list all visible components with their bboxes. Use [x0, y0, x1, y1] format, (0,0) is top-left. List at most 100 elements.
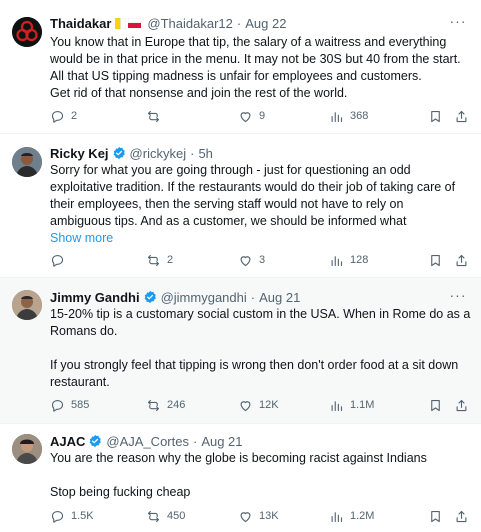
handle[interactable]: @jimmygandhi: [161, 290, 247, 305]
reply-button[interactable]: 585: [50, 396, 89, 414]
action-bar: 585 246 12K 1.1M: [50, 396, 469, 414]
avatar[interactable]: [12, 434, 42, 464]
reply-icon: [51, 510, 64, 523]
tweet-line: If you strongly feel that tipping is wro…: [50, 358, 459, 372]
tweet[interactable]: AJAC @AJA_Cortes · Aug 21 You are the re…: [0, 424, 481, 532]
avatar[interactable]: [12, 147, 42, 177]
display-name[interactable]: Ricky Kej: [50, 146, 109, 161]
verified-badge-icon: [112, 146, 126, 160]
share-button[interactable]: [454, 396, 469, 414]
display-name[interactable]: Jimmy Gandhi: [50, 290, 140, 305]
like-button[interactable]: 3: [238, 251, 265, 269]
avatar[interactable]: [12, 17, 42, 47]
action-bar: 2 3 128: [50, 251, 469, 269]
retweet-button[interactable]: 450: [146, 507, 185, 525]
views-button[interactable]: 1.1M: [329, 396, 374, 414]
reply-button[interactable]: [50, 251, 71, 269]
profile-flags: [115, 17, 142, 29]
tweet-header: Jimmy Gandhi @jimmygandhi · Aug 21: [50, 288, 451, 306]
tweet-text: You are the reason why the globe is beco…: [50, 450, 467, 501]
tweet-line: Romans do.: [50, 324, 118, 338]
like-button[interactable]: 13K: [238, 507, 279, 525]
handle[interactable]: @rickykej: [130, 146, 187, 161]
bookmark-button[interactable]: [428, 107, 443, 125]
handle[interactable]: @AJA_Cortes: [106, 434, 189, 449]
reply-feed: Thaidakar @Thaidakar12 · Aug 22 ··· You …: [0, 0, 481, 532]
views-button[interactable]: 1.2M: [329, 507, 374, 525]
views-icon: [331, 111, 343, 122]
tweet-text: Sorry for what you are going through - j…: [50, 162, 467, 247]
handle[interactable]: @Thaidakar12: [147, 16, 232, 31]
tweet-line: All that US tipping madness is unfair fo…: [50, 69, 422, 83]
tweet-line: Sorry for what you are going through - j…: [50, 163, 411, 177]
bookmark-button[interactable]: [428, 396, 443, 414]
reply-button[interactable]: 2: [50, 107, 77, 125]
share-button[interactable]: [454, 507, 469, 525]
tweet-line: 15-20% tip is a customary social custom …: [50, 307, 471, 321]
tweet[interactable]: Ricky Kej @rickykej · 5h Sorry for what …: [0, 134, 481, 278]
separator: ·: [192, 433, 198, 449]
verified-badge-icon: [88, 434, 102, 448]
timestamp[interactable]: Aug 21: [259, 290, 300, 305]
tweet-line: ambiguous tips. And as a customer, we sh…: [50, 214, 407, 228]
heart-icon: [240, 400, 251, 411]
reply-icon: [51, 254, 64, 267]
view-count: 1.1M: [350, 399, 375, 411]
tweet-header: Thaidakar @Thaidakar12 · Aug 22: [50, 14, 451, 32]
bookmark-button[interactable]: [428, 507, 443, 525]
more-options-icon[interactable]: ···: [449, 14, 467, 32]
timestamp[interactable]: 5h: [198, 146, 212, 161]
views-icon: [331, 400, 343, 411]
retweet-icon: [147, 254, 160, 266]
bookmark-icon: [431, 110, 440, 122]
more-options-icon[interactable]: ···: [449, 288, 467, 306]
share-button[interactable]: [454, 107, 469, 125]
bookmark-icon: [431, 399, 440, 411]
avatar[interactable]: [12, 290, 42, 320]
timestamp[interactable]: Aug 21: [201, 434, 242, 449]
tweet[interactable]: Jimmy Gandhi @jimmygandhi · Aug 21 ··· 1…: [0, 278, 481, 424]
tweet-line: You know that in Europe that tip, the sa…: [50, 35, 447, 49]
share-icon: [456, 110, 467, 122]
heart-icon: [240, 511, 251, 522]
separator: ·: [190, 145, 195, 161]
reply-button[interactable]: 1.5K: [50, 507, 94, 525]
flag-vatican-icon: [115, 17, 127, 29]
like-count: 13K: [259, 510, 279, 522]
display-name[interactable]: AJAC: [50, 434, 85, 449]
retweet-count: 450: [167, 510, 186, 522]
share-icon: [456, 399, 467, 411]
display-name[interactable]: Thaidakar: [50, 16, 111, 31]
separator: ·: [236, 15, 242, 31]
person-photo-icon: [12, 147, 42, 177]
retweet-icon: [147, 110, 160, 122]
retweet-button[interactable]: 2: [146, 251, 173, 269]
tweet-line: Get rid of that nonsense and join the re…: [50, 86, 348, 100]
heart-icon: [240, 255, 251, 266]
retweet-icon: [147, 510, 160, 522]
retweet-button[interactable]: 246: [146, 396, 185, 414]
views-button[interactable]: 128: [329, 251, 368, 269]
person-photo-icon: [12, 290, 42, 320]
like-count: 9: [259, 110, 266, 122]
tweet[interactable]: Thaidakar @Thaidakar12 · Aug 22 ··· You …: [0, 0, 481, 134]
retweet-count: 246: [167, 399, 186, 411]
timestamp[interactable]: Aug 22: [245, 16, 286, 31]
share-button[interactable]: [454, 251, 469, 269]
tweet-header: Ricky Kej @rickykej · 5h: [50, 144, 451, 162]
reply-count: 2: [71, 110, 78, 122]
show-more-link[interactable]: Show more: [50, 230, 467, 247]
bookmark-button[interactable]: [428, 251, 443, 269]
like-button[interactable]: 12K: [238, 396, 279, 414]
like-count: 12K: [259, 399, 279, 411]
views-icon: [331, 511, 343, 522]
retweet-icon: [147, 399, 160, 411]
view-count: 368: [350, 110, 369, 122]
views-button[interactable]: 368: [329, 107, 368, 125]
retweet-button[interactable]: [146, 107, 167, 125]
views-icon: [331, 255, 343, 266]
reply-icon: [51, 110, 64, 123]
like-button[interactable]: 9: [238, 107, 265, 125]
reply-count: 1.5K: [71, 510, 94, 522]
